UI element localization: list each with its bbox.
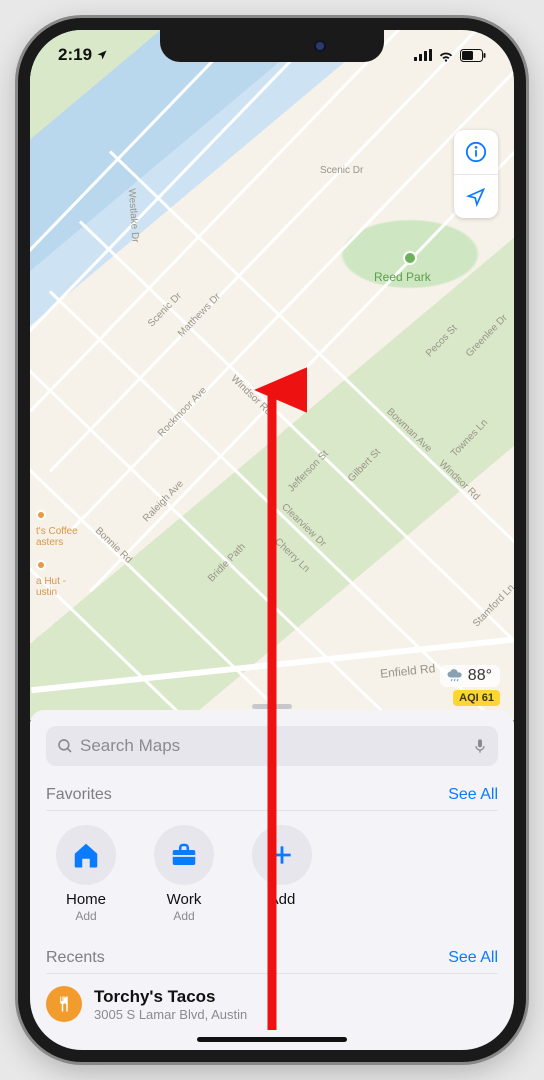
location-services-icon: [96, 49, 108, 61]
favorites-see-all[interactable]: See All: [448, 786, 498, 804]
home-icon: [71, 840, 101, 870]
street-label: Rockmoor Ave: [156, 385, 209, 439]
map-info-button[interactable]: [454, 130, 498, 174]
favorites-header: Favorites See All: [46, 786, 498, 811]
recent-subtitle: 3005 S Lamar Blvd, Austin: [94, 1007, 247, 1022]
favorite-add-label: Add: [269, 891, 296, 908]
recents-title: Recents: [46, 949, 105, 967]
favorite-home-sub: Add: [75, 909, 96, 923]
favorite-home[interactable]: Home Add: [48, 825, 124, 923]
street-label: Enfield Rd: [379, 661, 436, 681]
poi-dot-icon: [36, 560, 46, 570]
street-label: Windsor Rd: [229, 373, 274, 417]
street-label: Jefferson St: [286, 448, 331, 494]
bottom-sheet[interactable]: Favorites See All Home Add Work Add Add: [30, 710, 514, 1050]
street-label: Greenlee Dr: [464, 312, 510, 359]
cellular-icon: [414, 49, 432, 61]
road: [109, 150, 514, 638]
favorites-row: Home Add Work Add Add: [46, 811, 498, 929]
street-label: Bowman Ave: [384, 406, 433, 454]
street-label: Cherry Ln: [272, 536, 311, 574]
street-label: Scenic Dr: [320, 165, 363, 176]
favorite-add[interactable]: Add: [244, 825, 320, 923]
street-label: Bonnie Rd: [93, 525, 134, 565]
notch: [160, 28, 384, 62]
favorite-work[interactable]: Work Add: [146, 825, 222, 923]
park-marker-icon: [403, 251, 417, 265]
weather-rain-icon: [446, 667, 464, 685]
screen: 2:19: [30, 30, 514, 1050]
status-icons: [414, 49, 486, 62]
home-indicator[interactable]: [197, 1037, 347, 1042]
poi-hut[interactable]: a Hut - ustin: [36, 560, 66, 599]
map-locate-button[interactable]: [454, 174, 498, 218]
recents-header: Recents See All: [46, 949, 498, 974]
search-bar[interactable]: [46, 726, 498, 766]
battery-icon: [460, 49, 486, 62]
weather-aqi: AQI 61: [453, 690, 500, 706]
street-label: Scenic Dr: [146, 290, 184, 329]
map-controls: [454, 130, 498, 218]
restaurant-icon: [46, 986, 82, 1022]
street-label: Gilbert St: [346, 447, 383, 485]
search-input[interactable]: [80, 736, 466, 756]
street-label: Pecos St: [424, 323, 460, 359]
poi-hut-label: a Hut - ustin: [36, 576, 66, 599]
wifi-icon: [437, 49, 455, 62]
weather-temp: 88°: [468, 667, 492, 685]
favorites-title: Favorites: [46, 786, 112, 804]
street-label: Westlake Dr: [126, 188, 141, 243]
favorite-work-label: Work: [167, 891, 202, 908]
sheet-grabber[interactable]: [252, 704, 292, 709]
map-canvas[interactable]: Westlake Dr Scenic Dr Scenic Dr Matthews…: [30, 30, 514, 720]
recents-see-all[interactable]: See All: [448, 949, 498, 967]
recent-title: Torchy's Tacos: [94, 987, 247, 1007]
recent-item[interactable]: Torchy's Tacos 3005 S Lamar Blvd, Austin: [46, 974, 498, 1022]
road: [49, 30, 510, 473]
poi-coffee-label: t's Coffee asters: [36, 526, 78, 549]
favorite-work-sub: Add: [173, 909, 194, 923]
street-label: Townes Ln: [449, 417, 490, 459]
briefcase-icon: [169, 840, 199, 870]
street-label: Windsor Rd: [437, 458, 482, 502]
weather-widget[interactable]: 88° AQI 61: [440, 665, 500, 706]
search-icon: [56, 737, 74, 755]
iphone-frame: 2:19: [18, 18, 526, 1062]
mic-icon[interactable]: [472, 736, 488, 756]
park-label: Reed Park: [374, 270, 431, 284]
favorite-home-label: Home: [66, 891, 106, 908]
poi-dot-icon: [36, 510, 46, 520]
status-time: 2:19: [58, 45, 92, 65]
plus-icon: [269, 842, 295, 868]
poi-coffee[interactable]: t's Coffee asters: [36, 510, 78, 549]
